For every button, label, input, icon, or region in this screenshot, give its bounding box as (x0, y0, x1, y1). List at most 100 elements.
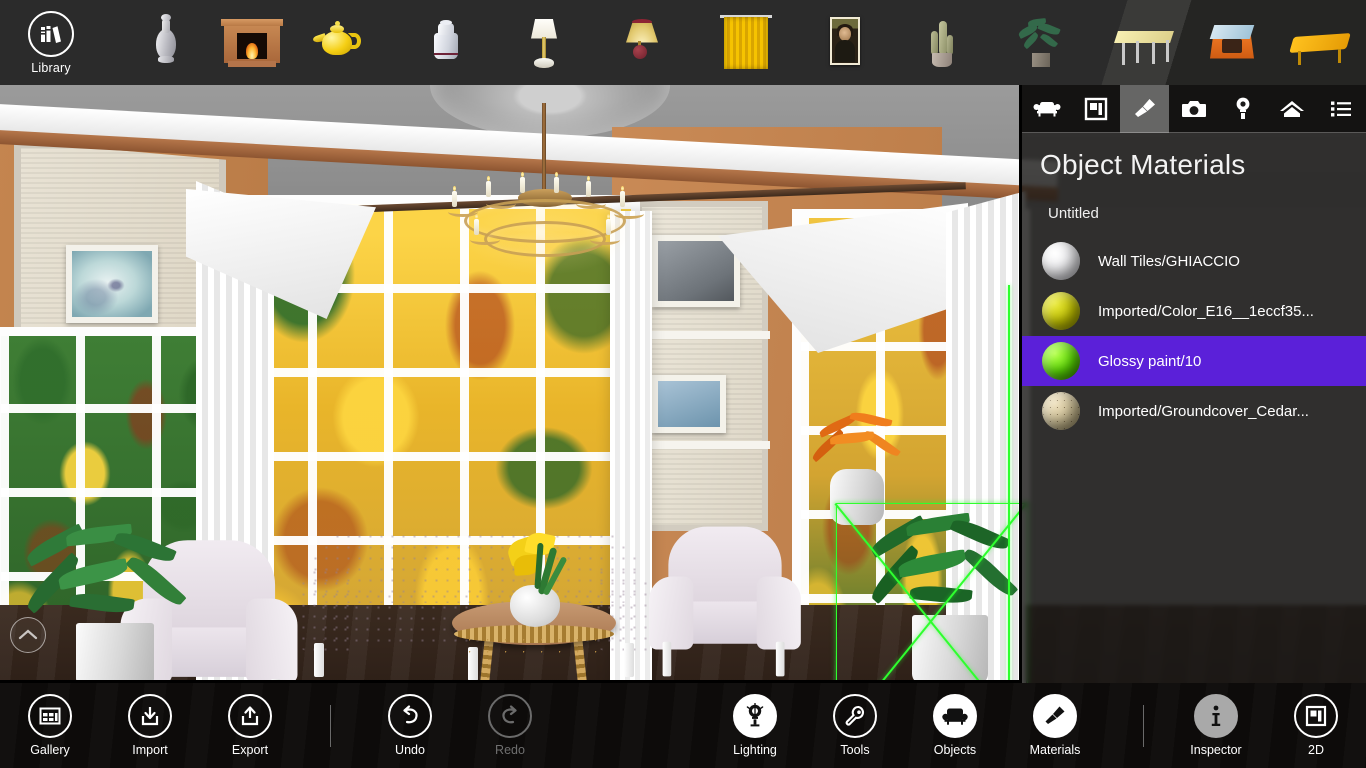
library-toolbar: Library (0, 0, 1366, 85)
object-thumb-yellow-teapot[interactable] (306, 0, 370, 85)
coffee-table[interactable] (452, 530, 616, 683)
material-name: Wall Tiles/GHIACCIO (1098, 252, 1240, 270)
tools-button[interactable]: Tools (805, 683, 905, 768)
material-name: Imported/Color_E16__1eccf35... (1098, 302, 1314, 320)
lighting-button[interactable]: Lighting (705, 683, 805, 768)
inspector-button[interactable]: Inspector (1166, 683, 1266, 768)
armchair-right[interactable] (649, 526, 801, 683)
selection-bounding-box (836, 503, 1028, 683)
import-label: Import (132, 743, 168, 757)
undo-button[interactable]: Undo (360, 683, 460, 768)
gallery-label: Gallery (30, 743, 70, 757)
object-thumb-milk-can[interactable] (414, 0, 478, 85)
tools-label: Tools (840, 743, 870, 757)
camera-icon (1181, 100, 1206, 117)
wrench-icon (833, 694, 877, 738)
material-swatch (1042, 242, 1080, 280)
undo-arrow-icon (388, 694, 432, 738)
panel-title: Object Materials (1040, 149, 1246, 180)
export-button[interactable]: Export (200, 683, 300, 768)
materials-button[interactable]: Materials (1005, 683, 1105, 768)
panel-subtitle: Untitled (1048, 205, 1099, 222)
plant-left[interactable] (18, 523, 218, 683)
chevron-up-icon (18, 629, 38, 640)
redo-arrow-icon (488, 694, 532, 738)
gallery-grid-icon (28, 694, 72, 738)
object-materials-panel: Object Materials Untitled Wall Tiles/GHI… (1022, 85, 1366, 683)
library-label: Library (31, 60, 71, 75)
material-name: Glossy paint/10 (1098, 352, 1202, 370)
selection-guide-vertical (1008, 285, 1010, 683)
info-i-icon (1194, 694, 1238, 738)
export-upload-icon (228, 694, 272, 738)
object-thumb-yellow-table[interactable] (1288, 0, 1352, 85)
lightbulb-icon (1236, 97, 1249, 119)
bottom-toolbar: Gallery Import Export Undo Redo Lighting… (0, 683, 1366, 768)
floorplan-icon (1084, 97, 1107, 120)
object-thumb-white-table[interactable] (1112, 0, 1176, 85)
collapse-toolbar-button[interactable] (10, 617, 46, 653)
object-thumb-yellow-curtain[interactable] (714, 0, 778, 85)
sofa-icon (1033, 101, 1060, 116)
tab-camera[interactable] (1169, 85, 1218, 133)
material-swatch (1042, 342, 1080, 380)
paintbrush-icon (1134, 98, 1155, 117)
objects-label: Objects (933, 743, 977, 757)
floorplan-icon (1294, 694, 1338, 738)
object-thumb-silver-vase[interactable] (134, 0, 198, 85)
import-download-icon (128, 694, 172, 738)
tab-list[interactable] (1316, 85, 1365, 133)
history-group: Undo Redo (360, 683, 560, 768)
object-thumb-floor-lamp[interactable] (512, 0, 576, 85)
chandelier (430, 103, 660, 293)
two-d-label: 2D (1308, 743, 1324, 757)
artwork-back-lower (652, 375, 726, 433)
tab-materials[interactable] (1120, 85, 1169, 133)
material-name: Imported/Groundcover_Cedar... (1098, 402, 1309, 420)
tab-lighting[interactable] (1218, 85, 1267, 133)
material-row-0[interactable]: Wall Tiles/GHIACCIO (1022, 236, 1366, 286)
inspector-group: Inspector 2D (1166, 683, 1366, 768)
panel-tab-bar (1022, 85, 1366, 133)
library-button[interactable]: Library (12, 0, 90, 85)
flower-vase (510, 585, 560, 627)
tab-home[interactable] (1267, 85, 1316, 133)
file-actions-group: Gallery Import Export (0, 683, 300, 768)
tab-floorplan[interactable] (1071, 85, 1120, 133)
home-icon (1279, 100, 1304, 117)
paintbrush-icon (1033, 694, 1077, 738)
two-d-button[interactable]: 2D (1266, 683, 1366, 768)
material-list: Wall Tiles/GHIACCIO Imported/Color_E16__… (1022, 236, 1366, 436)
tools-group: Lighting Tools Objects Materials (705, 683, 1105, 768)
redo-label: Redo (495, 743, 525, 757)
material-row-1[interactable]: Imported/Color_E16__1eccf35... (1022, 286, 1366, 336)
lighting-label: Lighting (733, 743, 777, 757)
material-row-3[interactable]: Imported/Groundcover_Cedar... (1022, 386, 1366, 436)
objects-button[interactable]: Objects (905, 683, 1005, 768)
object-thumb-table-lamp[interactable] (610, 0, 674, 85)
list-icon (1330, 101, 1351, 116)
object-thumb-potted-plant[interactable] (1008, 0, 1072, 85)
sofa-icon (933, 694, 977, 738)
import-button[interactable]: Import (100, 683, 200, 768)
object-thumb-cactus[interactable] (910, 0, 974, 85)
tab-furniture[interactable] (1022, 85, 1071, 133)
artwork-left-upper (66, 245, 158, 323)
undo-label: Undo (395, 743, 425, 757)
material-row-2[interactable]: Glossy paint/10 (1022, 336, 1366, 386)
lightbulb-icon (733, 694, 777, 738)
object-thumb-orange-table[interactable] (1200, 0, 1264, 85)
divider-2 (1143, 705, 1144, 747)
object-thumb-fireplace[interactable] (220, 0, 284, 85)
material-swatch (1042, 292, 1080, 330)
object-thumb-framed-painting[interactable] (812, 0, 876, 85)
gallery-button[interactable]: Gallery (0, 683, 100, 768)
redo-button[interactable]: Redo (460, 683, 560, 768)
export-label: Export (231, 743, 269, 757)
materials-label: Materials (1029, 743, 1081, 757)
material-swatch (1042, 392, 1080, 430)
books-library-icon (28, 10, 74, 57)
application-window: Library Object Materials Untitled Wall T… (0, 0, 1366, 768)
divider-1 (330, 705, 331, 747)
inspector-label: Inspector (1190, 743, 1242, 757)
